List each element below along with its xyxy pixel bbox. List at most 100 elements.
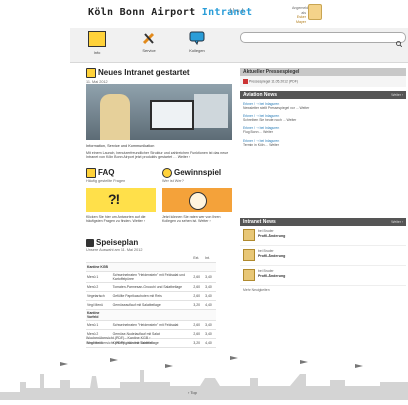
menu-name: Vegetarisch (86, 291, 112, 301)
menu-price-ext: 2,60 (192, 320, 205, 330)
back-to-top-link[interactable]: › Top (188, 390, 197, 395)
menu-table: Ext. Int. Kantine KGB Menü 1 Schweinebraten … (86, 254, 216, 348)
faq-question-icon: ?! (108, 191, 120, 207)
aviation-more-link[interactable]: Weiter › (391, 91, 403, 99)
faq-header[interactable]: FAQ Häufig gestellte Fragen (86, 168, 156, 183)
skyline-illustration (0, 356, 408, 400)
nav-label: Kollegen (189, 48, 205, 53)
speiseplan-title: Speiseplan (96, 238, 139, 247)
menu-price-int (204, 262, 216, 272)
faq-banner[interactable]: ?! (86, 188, 156, 212)
menu-price-ext: 2,60 (192, 271, 205, 283)
intranet-item-tag[interactable]: Profil-Änderung (258, 274, 285, 278)
aviation-item[interactable]: Erkner / ➝ bei Inlaguren Termin in Köln .… (243, 139, 403, 147)
menu-desc (111, 262, 193, 272)
intranet-list: bei Bruder Profil-Änderung bei Bruder Profi… (240, 226, 406, 286)
brand-logo[interactable]: Köln Bonn Airport Intranet (88, 7, 252, 18)
speiseplan-date: Unsere Auswahl am 11. Mai 2012 (86, 248, 143, 252)
brand-name: Köln Bonn Airport (88, 7, 196, 18)
info-icon (88, 31, 106, 47)
aviation-title: Aviation News (243, 92, 277, 98)
intranet-avatar[interactable] (243, 249, 255, 261)
gewinn-text[interactable]: Jetzt können Sie raten wer von Ihren Kol… (162, 215, 232, 224)
news-caption: Information, Service und Kommunikation (86, 144, 155, 148)
intranet-item-who[interactable]: bei Bruder (258, 269, 274, 273)
menu-row: Vegetarisch Gefüllte Paprikaschoten mit R… (86, 291, 216, 301)
faq-sub: Häufig gestellte Fragen (86, 179, 126, 183)
cutlery-icon (86, 238, 94, 247)
intranet-item-who[interactable]: bei Bruder (258, 249, 274, 253)
intranet-item[interactable]: bei Bruder Profil-Änderung (240, 226, 406, 246)
menu-col-desc (111, 254, 193, 263)
smiley-icon (162, 168, 172, 178)
menu-price-ext: 2,60 (192, 282, 205, 292)
intranet-header: Intranet News Weiter › (240, 218, 406, 226)
intranet-avatar[interactable] (243, 229, 255, 241)
menu-header-row: Ext. Int. (86, 254, 216, 263)
intranet-footer-link[interactable]: Mehr Neuigkeiten (240, 286, 406, 294)
menu-col-ext: Ext. (192, 254, 205, 263)
menu-desc: Schweinebraten "Heidenstein" mit Feldsal… (111, 271, 193, 283)
menu-name: Kantine Vorfeld (86, 309, 112, 321)
nav-item-kollegen[interactable]: Kollegen (186, 31, 208, 57)
nav-item-service[interactable]: Service (138, 31, 160, 57)
presse-item[interactable]: Pressespiegel 11.05.2012 (PDF) (240, 76, 406, 87)
menu-price-ext (192, 262, 205, 272)
intranet-item-who[interactable]: bei Bruder (258, 229, 274, 233)
gewinn-title: Gewinnspiel (174, 168, 222, 178)
footer: › Top (0, 352, 408, 400)
user-line2[interactable]: Esker Mayer (292, 15, 306, 24)
intranet-news: Intranet News Weiter › bei Bruder Profil-… (240, 218, 406, 294)
menu-desc: Tomaten-Parmesan-Gnocchi und Salatbeilag… (111, 282, 193, 292)
gewinn-header[interactable]: Gewinnspiel Wer ist Wer? (162, 168, 232, 183)
faq-icon (86, 168, 96, 178)
aviation-item[interactable]: Erkner / ➝ bei Inlaguren Schreiben Sie he… (243, 114, 403, 122)
intranet-item[interactable]: bei Bruder Profil-Änderung (240, 246, 406, 266)
intranet-avatar[interactable] (243, 269, 255, 281)
search-input[interactable] (240, 32, 406, 48)
brand-accent: Intranet (201, 7, 253, 18)
aviation-item-who[interactable]: Erkner / ➝ bei Inlaguren (243, 139, 279, 143)
intranet-more-link[interactable]: Weiter › (391, 218, 403, 226)
intranet-item-tag[interactable]: Profil-Änderung (258, 254, 285, 258)
faq-title: FAQ (98, 168, 115, 178)
menu-price-ext: 3,20 (192, 300, 205, 310)
menu-price-int: 4,40 (204, 300, 216, 310)
gewinn-banner[interactable] (162, 188, 232, 212)
menu-row: Vegi Menü Gemüseauflauf mit Salatbeilage 3… (86, 300, 216, 310)
news-image[interactable] (86, 84, 232, 140)
aviation-item[interactable]: Erkner / ➝ bei Inlaguren Flug Bonn ... We… (243, 126, 403, 134)
search-icon[interactable] (396, 34, 403, 48)
header-util-links[interactable]: | | ☺ | (230, 8, 243, 14)
news-icon (86, 68, 96, 78)
menu-price-int: 4,40 (204, 338, 216, 348)
aviation-item[interactable]: Erkner / ➝ bei Inlaguren Newsletter stell… (243, 102, 403, 110)
news-title-text: Neues Intranet gestartet (98, 68, 190, 78)
presse-header: Aktueller Pressespiegel (240, 68, 406, 76)
aviation-item-text: Schreiben Sie heute noch ... Weiter (243, 118, 297, 123)
menu-price-int: 3,40 (204, 291, 216, 301)
intranet-item-tag[interactable]: Profil-Änderung (258, 234, 285, 238)
presse-link[interactable]: Pressespiegel 11.05.2012 (PDF) (249, 79, 298, 83)
tools-icon (141, 31, 157, 45)
news-title[interactable]: Neues Intranet gestartet (86, 68, 232, 78)
aviation-list: Erkner / ➝ bei Inlaguren Newsletter stell… (240, 99, 406, 154)
intranet-item[interactable]: bei Bruder Profil-Änderung (240, 266, 406, 286)
menu-desc (111, 309, 193, 321)
speiseplan-header: Speiseplan Unsere Auswahl am 11. Mai 201… (86, 238, 232, 252)
news-text[interactable]: Mit einem Launch, benutzerfreundlicher S… (86, 151, 232, 160)
menu-price-int: 3,40 (204, 271, 216, 283)
menu-desc: Gefüllte Paprikaschoten mit Reis (111, 291, 193, 301)
faq-text[interactable]: Klicken Sie hier um Antworten auf die hä… (86, 215, 156, 224)
menu-group-row: Kantine Vorfeld (86, 309, 216, 321)
menu-col-int: Int. (204, 254, 216, 263)
sidebar: Aktueller Pressespiegel Pressespiegel 11… (240, 68, 406, 154)
intranet-title: Intranet News (243, 219, 276, 225)
menu-name: Menü 1 (86, 271, 112, 283)
pdf-link-vorfeld[interactable]: Wochenübersicht (PDF) - Kantine Vorfeld … (86, 341, 154, 346)
menu-row: Menü 1 Schweinebraten "Heidenstein" mit F… (86, 320, 216, 330)
user-avatar[interactable] (308, 4, 322, 20)
nav-item-info[interactable]: Info (86, 31, 108, 57)
background-shelf (194, 94, 228, 128)
menu-name: Vegi Menü (86, 300, 112, 310)
